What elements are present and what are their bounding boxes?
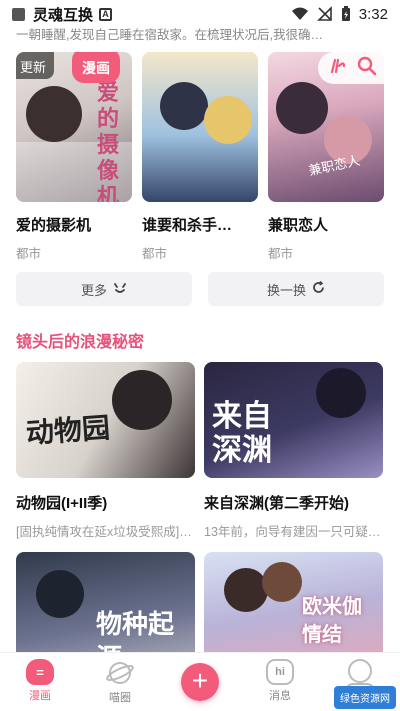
comic-tag: 都市 xyxy=(268,247,294,261)
planet-icon xyxy=(106,662,134,684)
comic-title: 来自深渊(第二季开始) xyxy=(204,495,349,512)
status-time: 3:32 xyxy=(358,5,388,23)
comic-tag: 都市 xyxy=(142,247,168,261)
app-title: 灵魂互换 xyxy=(33,6,94,24)
header-description: 一朝睡醒,发现自己睡在宿敌家。在梳理状况后,我很确… xyxy=(16,28,323,42)
comic-tag: 都市 xyxy=(16,247,42,261)
cover-title-art: 爱的摄像机 xyxy=(96,80,119,202)
update-badge: 更新 xyxy=(16,52,55,79)
section-title: 镜头后的浪漫秘密 xyxy=(16,334,145,351)
nav-item-comics[interactable]: = 漫画 xyxy=(5,659,75,703)
comic-cover[interactable] xyxy=(142,52,258,202)
comic-title: 兼职恋人 xyxy=(268,217,329,234)
comic-cover[interactable]: 来自深渊 xyxy=(204,362,383,478)
top-comic-row: 爱的摄像机 更新 漫画 爱的摄影机 都市 谁要和杀手… 都市 兼职恋人 兼职恋人… xyxy=(16,52,384,262)
message-icon: hi xyxy=(266,659,294,685)
section-grid: 动物园 动物园(I+II季) [固执纯情攻在延x垃圾受熙成] 宿… 来自深渊 来… xyxy=(16,362,384,672)
nav-item-circle[interactable]: 喵圈 xyxy=(85,659,155,705)
cover-title-art: 兼职恋人 xyxy=(307,153,362,180)
nav-item-create[interactable]: + xyxy=(165,659,235,701)
comic-card[interactable]: 爱的摄像机 更新 漫画 爱的摄影机 都市 xyxy=(16,52,132,262)
floating-toolbar xyxy=(318,52,388,84)
cover-figure xyxy=(26,86,82,142)
comic-card[interactable]: 动物园 动物园(I+II季) [固执纯情攻在延x垃圾受熙成] 宿… xyxy=(16,362,195,540)
nav-label: 喵圈 xyxy=(109,692,131,704)
battery-icon xyxy=(341,6,350,21)
cover-title-art: 来自深渊 xyxy=(212,399,272,468)
search-icon[interactable] xyxy=(357,56,377,81)
refresh-icon xyxy=(312,280,325,297)
comic-cover[interactable]: 爱的摄像机 更新 漫画 xyxy=(16,52,132,202)
nav-item-messages[interactable]: hi 消息 xyxy=(245,659,315,703)
comic-title: 谁要和杀手… xyxy=(142,217,233,234)
editor-icon[interactable] xyxy=(329,57,347,80)
comic-description: 13年前，向导有建因一只可疑… xyxy=(204,525,381,539)
nav-label: 漫画 xyxy=(29,690,51,702)
profile-icon xyxy=(348,659,372,683)
more-button[interactable]: 更多 xyxy=(16,272,192,306)
wifi-icon xyxy=(291,7,308,20)
action-buttons: 更多 换一换 xyxy=(16,272,384,306)
comic-card[interactable]: 来自深渊 来自深渊(第二季开始) 13年前，向导有建因一只可疑… xyxy=(204,362,383,540)
comic-title: 动物园(I+II季) xyxy=(16,495,108,512)
cover-figure xyxy=(160,82,208,130)
cover-figure xyxy=(204,96,252,144)
refresh-button[interactable]: 换一换 xyxy=(208,272,384,306)
comic-icon: = xyxy=(26,659,54,685)
signal-off-icon xyxy=(316,6,332,21)
cat-face-icon xyxy=(113,282,127,297)
comic-title: 爱的摄影机 xyxy=(16,217,92,234)
plus-icon: + xyxy=(181,663,219,701)
cover-title-art: 动物园 xyxy=(24,411,112,450)
nav-label: 消息 xyxy=(269,690,291,702)
cover-figure xyxy=(276,82,328,134)
watermark-logo: 绿色资源网 xyxy=(334,686,396,709)
comic-card[interactable]: 谁要和杀手… 都市 xyxy=(142,52,258,262)
comic-cover[interactable]: 动物园 xyxy=(16,362,195,478)
cover-title-art: 欧米伽情结 xyxy=(302,594,362,646)
refresh-label: 换一换 xyxy=(266,282,306,298)
comic-badge: 漫画 xyxy=(72,52,120,83)
more-label: 更多 xyxy=(80,282,107,298)
comic-description: [固执纯情攻在延x垃圾受熙成] 宿… xyxy=(16,525,195,539)
a-notification-icon: A xyxy=(99,7,113,21)
notification-icon xyxy=(12,7,25,21)
